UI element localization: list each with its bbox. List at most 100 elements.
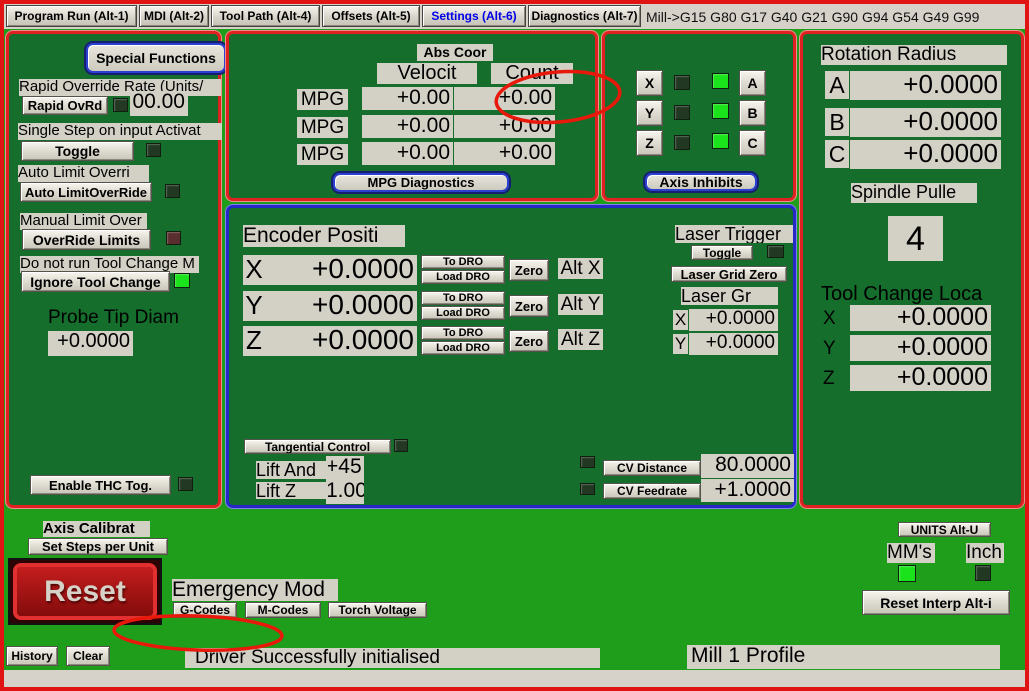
axis-a-button[interactable]: A (739, 70, 766, 96)
mpg1-count-dro[interactable]: +0.00 (454, 87, 555, 110)
encoder-x-label: X (243, 255, 265, 285)
mcodes-button[interactable]: M-Codes (245, 602, 321, 618)
encoder-alt-y-label: Alt Y (558, 294, 603, 315)
laser-toggle-button[interactable]: Toggle (691, 245, 753, 260)
rotation-a-dro[interactable]: +0.0000 (850, 71, 1001, 100)
ignore-tool-change-button[interactable]: Ignore Tool Change (21, 271, 170, 292)
set-steps-per-unit-button[interactable]: Set Steps per Unit (28, 538, 168, 555)
axis-x-button[interactable]: X (636, 70, 663, 96)
mpg2-velocity-dro[interactable]: +0.00 (362, 115, 453, 138)
encoder-y-load-dro-button[interactable]: Load DRO (421, 306, 505, 320)
clear-button[interactable]: Clear (66, 646, 110, 666)
encoder-x-dro[interactable]: +0.0000 (265, 255, 417, 285)
single-step-toggle-button[interactable]: Toggle (21, 141, 134, 161)
lift-angle-label: Lift And (256, 461, 328, 479)
laser-x-dro[interactable]: +0.0000 (689, 309, 778, 331)
mm-units-led (898, 565, 916, 582)
cv-feedrate-led (580, 483, 595, 495)
gcodes-button[interactable]: G-Codes (173, 602, 237, 618)
encoder-alt-x-label: Alt X (558, 258, 603, 279)
probe-tip-diameter-dro[interactable]: +0.0000 (48, 331, 133, 356)
mpg3-count-dro[interactable]: +0.00 (454, 142, 555, 165)
tab-offsets[interactable]: Offsets (Alt-5) (322, 5, 420, 27)
axis-c-button[interactable]: C (739, 130, 766, 156)
axis-z-button[interactable]: Z (636, 130, 663, 156)
cv-distance-led (580, 456, 595, 468)
encoder-z-to-dro-button[interactable]: To DRO (421, 326, 505, 340)
encoder-z-load-dro-button[interactable]: Load DRO (421, 341, 505, 355)
mpg2-count-dro[interactable]: +0.00 (454, 115, 555, 138)
spindle-pulley-label: Spindle Pulle (851, 183, 977, 203)
rotation-c-dro[interactable]: +0.0000 (850, 140, 1001, 169)
axis-inhibits-button[interactable]: Axis Inhibits (645, 173, 757, 191)
cv-distance-button[interactable]: CV Distance (603, 460, 701, 476)
rotation-b-dro[interactable]: +0.0000 (850, 108, 1001, 137)
cv-feedrate-button[interactable]: CV Feedrate (603, 483, 701, 499)
tool-change-z-dro[interactable]: +0.0000 (850, 365, 991, 391)
laser-toggle-led (767, 245, 784, 258)
reset-button[interactable]: Reset (8, 558, 162, 625)
axis-b-button[interactable]: B (739, 100, 766, 126)
inch-units-led (975, 565, 991, 581)
rapid-ovrd-button[interactable]: Rapid OvRd (22, 96, 108, 115)
laser-y-label: Y (673, 334, 688, 354)
encoder-x-zero-button[interactable]: Zero (509, 259, 549, 281)
encoder-x-load-dro-button[interactable]: Load DRO (421, 270, 505, 284)
cv-feedrate-dro[interactable]: +1.0000 (701, 479, 794, 502)
count-header: Count (491, 63, 573, 84)
tool-change-y-dro[interactable]: +0.0000 (850, 335, 991, 361)
mpg-diagnostics-button[interactable]: MPG Diagnostics (333, 173, 509, 192)
tangential-control-button[interactable]: Tangential Control (244, 439, 391, 454)
laser-y-dro[interactable]: +0.0000 (689, 333, 778, 355)
tab-diagnostics[interactable]: Diagnostics (Alt-7) (528, 5, 641, 27)
axis-z-led (674, 135, 690, 150)
encoder-z-zero-button[interactable]: Zero (509, 330, 549, 352)
lift-z-dro[interactable]: 1.00 (326, 480, 364, 504)
override-limits-led (166, 231, 181, 245)
auto-limit-override-button[interactable]: Auto LimitOverRide (20, 182, 152, 202)
mpg1-velocity-dro[interactable]: +0.00 (362, 87, 453, 110)
single-step-label: Single Step on input Activat (18, 123, 222, 140)
units-button[interactable]: UNITS Alt-U (898, 522, 991, 537)
tab-settings[interactable]: Settings (Alt-6) (422, 5, 526, 27)
status-bar: Driver Successfully initialised (185, 648, 600, 668)
torch-voltage-button[interactable]: Torch Voltage (328, 602, 427, 618)
mpg3-velocity-dro[interactable]: +0.00 (362, 142, 453, 165)
tab-program-run[interactable]: Program Run (Alt-1) (6, 5, 137, 27)
axis-calibration-label: Axis Calibrat (43, 521, 150, 537)
manual-limit-override-label: Manual Limit Over (20, 213, 147, 230)
spindle-pulley-dro[interactable]: 4 (888, 216, 943, 261)
tangential-control-led (394, 439, 408, 452)
laser-grid-zero-button[interactable]: Laser Grid Zero (671, 266, 787, 282)
reset-button-label: Reset (17, 567, 153, 616)
tab-mdi[interactable]: MDI (Alt-2) (139, 5, 209, 27)
encoder-position-panel: Encoder Positi X +0.0000 To DRO Load DRO… (226, 205, 796, 508)
special-functions-button[interactable]: Special Functions (86, 43, 226, 73)
encoder-y-zero-button[interactable]: Zero (509, 295, 549, 317)
rapid-ovrd-dro[interactable]: 00.00 (130, 91, 188, 116)
lift-angle-dro[interactable]: +45 (326, 456, 364, 482)
tool-change-x-dro[interactable]: +0.0000 (850, 305, 991, 331)
cv-distance-dro[interactable]: 80.0000 (701, 454, 794, 478)
tool-change-y-label: Y (823, 339, 836, 359)
laser-trigger-label: Laser Trigger (675, 225, 793, 243)
encoder-z-dro[interactable]: +0.0000 (265, 326, 417, 356)
profile-name-bar: Mill 1 Profile (687, 645, 1000, 669)
tab-tool-path[interactable]: Tool Path (Alt-4) (211, 5, 320, 27)
tool-change-location-title: Tool Change Loca (821, 284, 983, 305)
reset-interp-button[interactable]: Reset Interp Alt-i (862, 590, 1010, 615)
axis-y-button[interactable]: Y (636, 100, 663, 126)
history-button[interactable]: History (6, 646, 58, 666)
encoder-y-label: Y (243, 291, 265, 321)
enable-thc-button[interactable]: Enable THC Tog. (30, 475, 171, 495)
lift-z-label: Lift Z (256, 482, 328, 499)
rotation-a-label: A (825, 71, 849, 99)
rapid-ovrd-led (113, 98, 128, 112)
encoder-y-to-dro-button[interactable]: To DRO (421, 291, 505, 305)
encoder-position-title: Encoder Positi (243, 225, 405, 247)
override-limits-button[interactable]: OverRide Limits (22, 229, 151, 250)
encoder-y-dro[interactable]: +0.0000 (265, 291, 417, 321)
rotation-radius-title: Rotation Radius (821, 45, 1007, 65)
encoder-x-to-dro-button[interactable]: To DRO (421, 255, 505, 269)
mpg1-label: MPG (297, 89, 348, 110)
